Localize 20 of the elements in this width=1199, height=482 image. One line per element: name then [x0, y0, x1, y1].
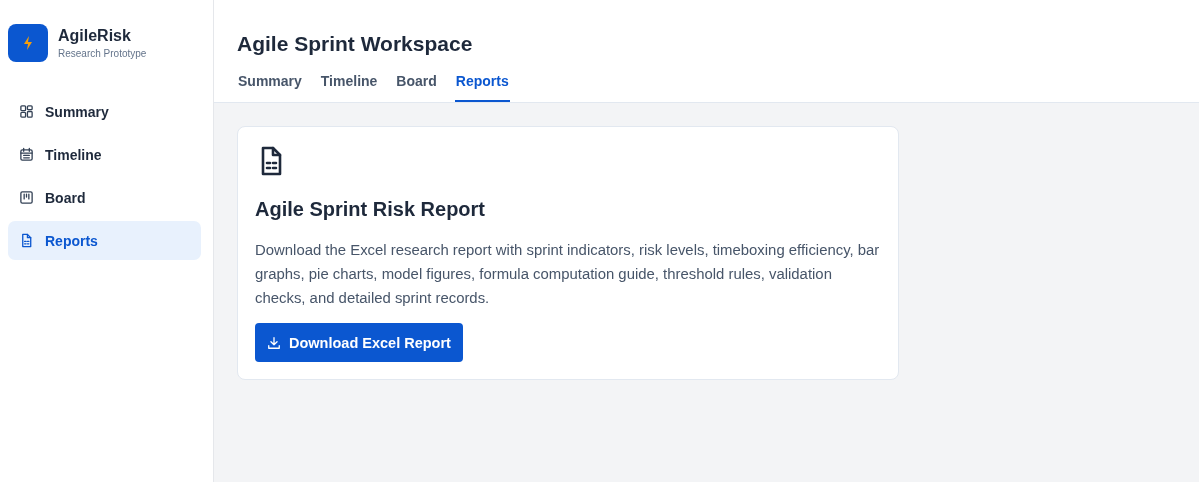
tab[interactable]: Reports [454, 73, 510, 102]
sidebar-item[interactable]: Timeline [8, 135, 201, 174]
brand-name: AgileRisk [58, 27, 132, 45]
page-title: Agile Sprint Workspace [237, 32, 474, 56]
document-icon [19, 233, 34, 248]
download-button[interactable]: Download Excel Report [255, 323, 463, 362]
tab[interactable]: Board [395, 73, 438, 102]
card-title: Agile Sprint Risk Report [255, 198, 487, 221]
board-icon [19, 190, 34, 205]
card-description: Download the Excel research report with sprint indicators, risk levels, timeboxing efficiency, bar graphs, pie charts, model figures, formula computation guide, threshold rules, validation checks, and detailed sprint records. [255, 241, 881, 308]
tab[interactable]: Summary [237, 73, 303, 102]
calendar-icon [19, 147, 34, 162]
sidebar-item[interactable]: Board [8, 178, 201, 217]
grid-icon [19, 104, 34, 119]
download-icon [267, 335, 281, 350]
brand-subtitle: Research Prototype [58, 48, 147, 59]
sidebar-item[interactable]: Reports [8, 221, 201, 260]
tab[interactable]: Timeline [319, 73, 379, 102]
logo-icon [8, 24, 48, 62]
sidebar-item[interactable]: Summary [8, 92, 201, 131]
